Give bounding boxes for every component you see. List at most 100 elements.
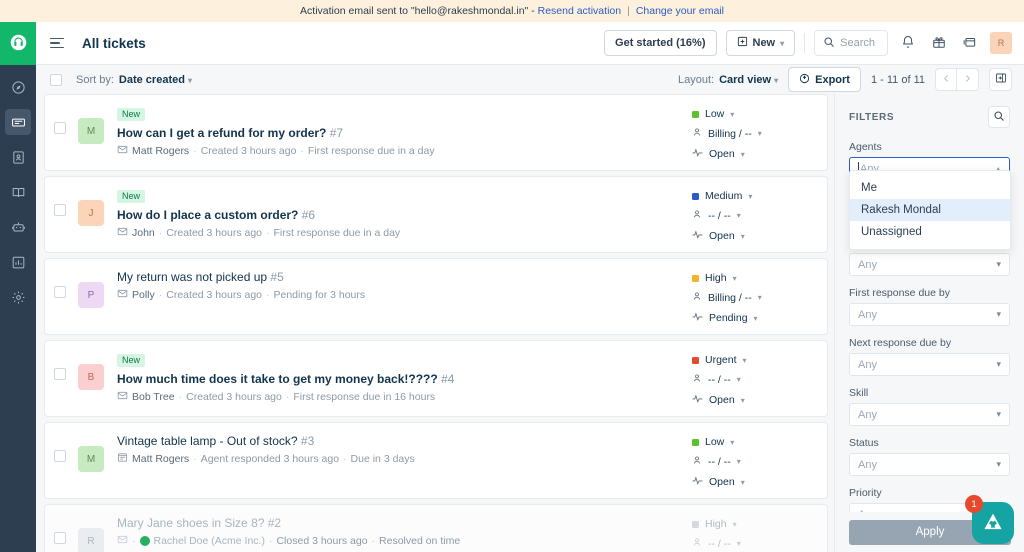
sidebar-item-settings[interactable] [5, 284, 31, 310]
ticket-assignee[interactable]: -- / -- ▾ [692, 537, 817, 550]
ticket-assignee[interactable]: Billing / -- ▾ [692, 127, 817, 140]
contact-card-icon [11, 150, 26, 165]
table-row[interactable]: J New How do I place a custom order? #6 Joh… [44, 176, 828, 253]
ticket-status[interactable]: Open ▾ [692, 147, 817, 161]
ticket-status[interactable]: Open ▾ [692, 229, 817, 243]
filter-label: First response due by [849, 287, 950, 299]
filter-select-value: Any [858, 458, 877, 471]
ticket-priority[interactable]: High ▾ [692, 518, 817, 530]
dropdown-option[interactable]: Me [850, 177, 1010, 199]
sort-by-value[interactable]: Date created ▾ [119, 74, 192, 86]
chevron-down-icon: ▾ [732, 519, 737, 529]
filter-select-value: Any [858, 258, 877, 271]
ticket-subject[interactable]: Mary Jane shoes in Size 8? #2 [117, 516, 684, 530]
next-page-button[interactable] [957, 68, 979, 91]
ticket-checkbox[interactable] [54, 532, 66, 544]
filter-group: Skill Any ▾ [849, 387, 1010, 426]
table-row[interactable]: R Mary Jane shoes in Size 8? #2 · Rachel Do… [44, 504, 828, 552]
ticket-requester: Matt Rogers [132, 453, 190, 465]
ticket-status[interactable]: Open ▾ [692, 393, 817, 407]
filters-panel: FILTERS Agents Any ▾ Last 30 days Resolu… [834, 94, 1024, 552]
layout-value-text: Card view [719, 73, 772, 86]
ticket-subject[interactable]: How much time does it take to get my mon… [117, 372, 684, 386]
notifications-button[interactable] [897, 32, 919, 54]
filter-select[interactable]: Any ▾ [849, 403, 1010, 426]
gift-icon [932, 35, 946, 52]
layout-value[interactable]: Card view ▾ [719, 74, 778, 86]
ticket-meta-secondary: Pending for 3 hours [273, 289, 366, 301]
table-row[interactable]: M Vintage table lamp - Out of stock? #3 Ma… [44, 422, 828, 499]
ticket-assignee-label: -- / -- [708, 373, 731, 386]
search-input[interactable]: Search [814, 30, 888, 56]
table-row[interactable]: B New How much time does it take to get my… [44, 340, 828, 417]
ticket-priority[interactable]: Low ▾ [692, 436, 817, 448]
assignee-icon [692, 209, 702, 222]
ticket-priority[interactable]: Urgent ▾ [692, 354, 817, 366]
ticket-meta: Matt Rogers · Agent responded 3 hours ago ·… [117, 452, 684, 466]
activation-banner: Activation email sent to "hello@rakeshmo… [0, 0, 1024, 22]
filters-search-button[interactable] [988, 106, 1010, 128]
filter-label: Next response due by [849, 337, 952, 349]
ticket-priority[interactable]: Medium ▾ [692, 190, 817, 202]
sidebar-item-knowledge-base[interactable] [5, 179, 31, 205]
chevron-down-icon: ▾ [740, 395, 745, 405]
ticket-checkbox[interactable] [54, 286, 66, 298]
sidebar-item-tickets[interactable] [5, 109, 31, 135]
assignee-icon [692, 373, 702, 386]
ticket-priority[interactable]: High ▾ [692, 272, 817, 284]
ticket-requester: John [132, 226, 155, 239]
ticket-assignee[interactable]: -- / -- ▾ [692, 455, 817, 468]
new-button[interactable]: New ▾ [725, 30, 796, 56]
menu-toggle-icon[interactable] [50, 35, 66, 51]
ticket-subject[interactable]: How can I get a refund for my order? #7 [117, 126, 684, 140]
priority-swatch [692, 110, 699, 118]
ticket-checkbox[interactable] [54, 450, 66, 462]
ticket-checkbox[interactable] [54, 122, 66, 134]
sidebar-item-reports[interactable] [5, 249, 31, 275]
select-all-checkbox[interactable] [50, 73, 62, 86]
change-email-link[interactable]: Change your email [636, 5, 724, 17]
marketplace-button[interactable] [959, 32, 981, 54]
filter-select[interactable]: Any ▾ [849, 453, 1010, 476]
ticket-assignee[interactable]: -- / -- ▾ [692, 209, 817, 222]
ticket-subject[interactable]: Vintage table lamp - Out of stock? #3 [117, 434, 684, 448]
search-placeholder: Search [840, 37, 875, 49]
ticket-checkbox[interactable] [54, 368, 66, 380]
ticket-subject[interactable]: How do I place a custom order? #6 [117, 208, 684, 222]
ticket-status[interactable]: Open ▾ [692, 475, 817, 489]
whats-new-button[interactable] [928, 32, 950, 54]
sidebar-item-dashboard[interactable] [5, 74, 31, 100]
ticket-assignee-label: Billing / -- [708, 127, 752, 140]
get-started-button[interactable]: Get started (16%) [604, 30, 717, 56]
table-row[interactable]: M New How can I get a refund for my order?… [44, 94, 828, 171]
ticket-assignee[interactable]: -- / -- ▾ [692, 373, 817, 386]
ticket-requester: Rachel Doe (Acme Inc.) [153, 535, 265, 547]
avatar: B [78, 364, 104, 390]
chevron-down-icon: ▾ [736, 211, 741, 220]
ticket-checkbox[interactable] [54, 204, 66, 216]
table-row[interactable]: P My return was not picked up #5 Polly · Cre… [44, 258, 828, 335]
ticket-priority[interactable]: Low ▾ [692, 108, 817, 120]
dropdown-option[interactable]: Unassigned [850, 221, 1010, 243]
ticket-requester: Bob Tree [132, 390, 175, 403]
chevron-down-icon: ▾ [774, 75, 779, 85]
sidebar-item-bots[interactable] [5, 214, 31, 240]
ticket-meta-secondary: Resolved on time [379, 535, 461, 547]
filter-select[interactable]: Any ▾ [849, 303, 1010, 326]
user-avatar[interactable]: R [990, 32, 1012, 54]
resend-activation-link[interactable]: Resend activation [538, 5, 621, 17]
ticket-status[interactable]: Pending ▾ [692, 311, 817, 325]
ticket-assignee[interactable]: Billing / -- ▾ [692, 291, 817, 304]
export-button[interactable]: Export [788, 67, 861, 92]
freddy-assist-button[interactable]: 1 [965, 495, 1014, 544]
filter-select[interactable]: Any ▾ [849, 253, 1010, 276]
dropdown-option[interactable]: Rakesh Mondal [850, 199, 1010, 221]
prev-page-button[interactable] [935, 68, 957, 91]
ticket-subject[interactable]: My return was not picked up #5 [117, 270, 684, 284]
app-logo[interactable] [0, 22, 36, 65]
layout-label: Layout: [677, 73, 715, 86]
toggle-panel-button[interactable] [989, 68, 1012, 91]
ticket-meta-secondary: Due in 3 days [350, 453, 415, 465]
sidebar-item-contacts[interactable] [5, 144, 31, 170]
filter-select[interactable]: Any ▾ [849, 353, 1010, 376]
